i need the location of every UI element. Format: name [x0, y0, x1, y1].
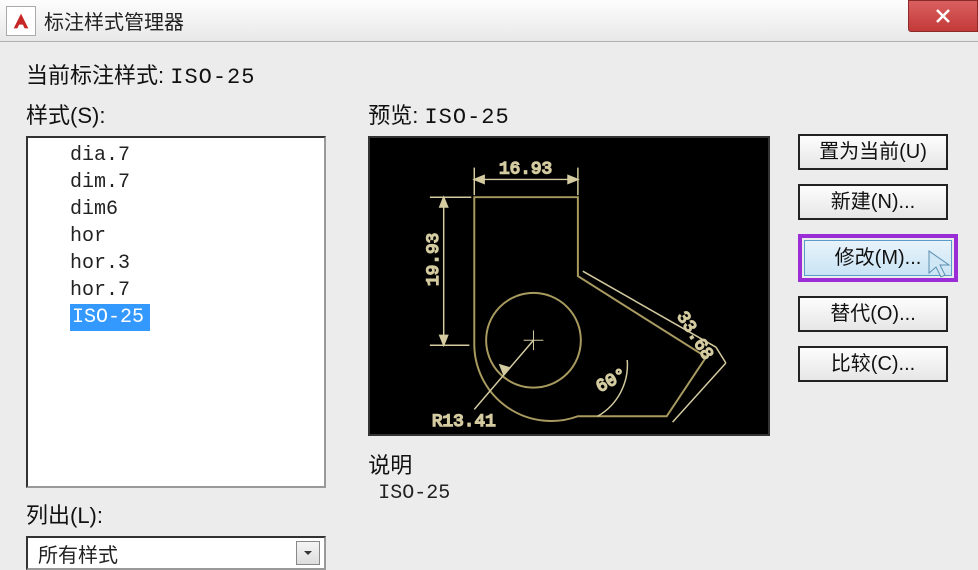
preview-label-row: 预览: ISO-25: [368, 98, 778, 130]
list-item[interactable]: hor.7: [28, 277, 324, 304]
styles-listbox[interactable]: dia.7dim.7dim6horhor.3hor.7ISO-25: [26, 136, 326, 488]
list-item[interactable]: dim.7: [28, 169, 324, 196]
preview-style-name: ISO-25: [424, 105, 509, 130]
cursor-icon: [927, 249, 957, 279]
dim-left: 19.93: [424, 233, 444, 286]
list-item[interactable]: dia.7: [28, 142, 324, 169]
description-label: 说明: [368, 448, 778, 480]
list-item[interactable]: ISO-25: [70, 304, 150, 331]
close-icon: [933, 6, 953, 26]
current-style-row: 当前标注样式: ISO-25: [26, 58, 958, 90]
preview-box: 16.93 19.93 33.68 60°: [368, 136, 770, 436]
list-item[interactable]: hor: [28, 223, 324, 250]
modify-button[interactable]: 修改(M)...: [804, 240, 952, 276]
current-style-value: ISO-25: [170, 65, 255, 90]
list-item[interactable]: dim6: [28, 196, 324, 223]
close-button[interactable]: [908, 0, 978, 32]
styles-label: 样式(S):: [26, 98, 338, 130]
modify-button-label: 修改(M)...: [835, 247, 922, 269]
list-filter-value: 所有样式: [38, 539, 118, 568]
list-filter-dropdown[interactable]: 所有样式: [26, 536, 326, 570]
override-button[interactable]: 替代(O)...: [798, 296, 948, 332]
list-filter-label: 列出(L):: [26, 498, 338, 530]
dim-diag: 33.68: [672, 308, 717, 364]
modify-button-highlight: 修改(M)...: [798, 234, 958, 282]
current-style-label: 当前标注样式:: [26, 63, 164, 88]
preview-label: 预览:: [368, 103, 418, 128]
chevron-down-icon: [296, 541, 320, 565]
compare-button[interactable]: 比较(C)...: [798, 346, 948, 382]
app-icon: [6, 6, 36, 36]
window-title: 标注样式管理器: [44, 6, 184, 35]
titlebar: 标注样式管理器: [0, 0, 978, 42]
description-value: ISO-25: [378, 482, 778, 505]
dim-top: 16.93: [499, 160, 552, 180]
dim-radius: R13.41: [432, 412, 496, 432]
set-current-button[interactable]: 置为当前(U): [798, 134, 948, 170]
list-item[interactable]: hor.3: [28, 250, 324, 277]
dim-angle: 60°: [593, 365, 631, 398]
new-button[interactable]: 新建(N)...: [798, 184, 948, 220]
